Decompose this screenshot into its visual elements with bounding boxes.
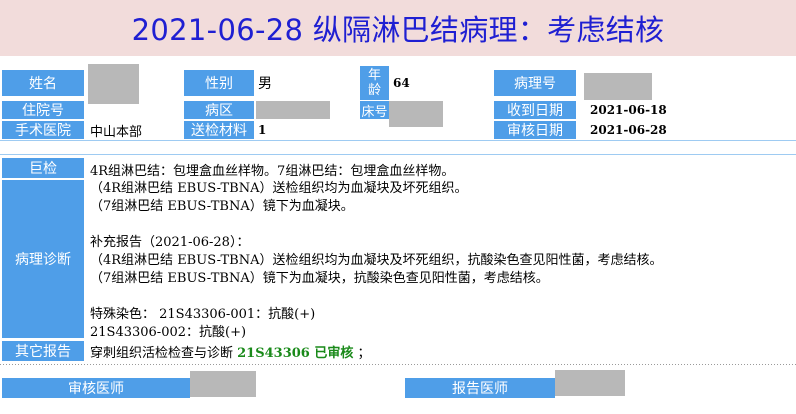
- diagnosis-text: （4R组淋巴结 EBUS-TBNA）送检组织均为血凝块及坏死组织。 （7组淋巴结…: [90, 180, 790, 342]
- label-reporter: 报告医师: [405, 378, 555, 398]
- label-reviewer: 审核医师: [2, 378, 190, 398]
- redacted-pathology-no: [584, 73, 652, 100]
- label-gender: 性别: [184, 70, 254, 96]
- redacted-ward: [256, 101, 330, 119]
- value-hospital: 中山本部: [90, 124, 143, 140]
- label-gross: 巨检: [2, 158, 84, 178]
- value-review-date: 2021-06-28: [590, 123, 667, 137]
- label-pathology-no: 病理号: [494, 70, 576, 96]
- label-inpatient-no: 住院号: [2, 101, 84, 119]
- gross-text: 4R组淋巴结：包埋盒血丝样物。7组淋巴结：包埋盒血丝样物。: [90, 164, 455, 179]
- label-age-text: 年 龄: [367, 68, 381, 98]
- diagnosis-line: （4R组淋巴结 EBUS-TBNA）送检组织均为血凝块及坏死组织，抗酸染色查见阳…: [90, 253, 663, 268]
- diagnosis-line: 补充报告（2021-06-28）：: [90, 235, 250, 250]
- label-review-date: 审核日期: [494, 121, 576, 139]
- other-report-text: 穿刺组织活检检查与诊断 21S43306 已审核 ；: [90, 342, 371, 361]
- value-gender: 男: [258, 76, 272, 92]
- diagnosis-line: （7组淋巴结 EBUS-TBNA）镜下为血凝块，抗酸染色查见阳性菌，考虑结核。: [90, 271, 549, 286]
- redacted-name: [88, 64, 139, 104]
- value-specimen: 1: [258, 123, 267, 137]
- redacted-reviewer: [190, 371, 256, 397]
- diagnosis-line: [90, 288, 790, 306]
- diagnosis-line: （4R组淋巴结 EBUS-TBNA）送检组织均为血凝块及坏死组织。: [90, 181, 468, 196]
- label-bed: 床号: [360, 101, 389, 120]
- redacted-bed: [389, 101, 443, 127]
- label-diagnosis: 病理诊断: [2, 180, 84, 338]
- other-report-suffix: ；: [353, 346, 371, 361]
- divider: [0, 154, 796, 155]
- divider: [0, 140, 796, 141]
- diagnosis-line: （7组淋巴结 EBUS-TBNA）镜下为血凝块。: [90, 199, 354, 214]
- diagnosis-line: 21S43306-002：抗酸(+): [90, 325, 247, 340]
- label-specimen: 送检材料: [184, 121, 254, 139]
- other-report-prefix: 穿刺组织活检检查与诊断: [90, 346, 238, 361]
- label-other-report: 其它报告: [2, 341, 84, 361]
- label-hospital: 手术医院: [2, 121, 84, 139]
- diagnosis-line: [90, 216, 790, 234]
- label-name: 姓名: [2, 70, 84, 96]
- value-received-date: 2021-06-18: [590, 103, 667, 117]
- diagnosis-line: 特殊染色： 21S43306-001：抗酸(+): [90, 307, 316, 322]
- dotted-divider: [0, 364, 796, 365]
- label-ward: 病区: [184, 101, 254, 119]
- label-age: 年 龄: [360, 66, 389, 100]
- other-report-status: 21S43306 已审核: [237, 346, 354, 361]
- label-received-date: 收到日期: [494, 101, 576, 119]
- page-title: 2021-06-28 纵隔淋巴结病理：考虑结核: [0, 0, 796, 56]
- redacted-reporter: [555, 370, 625, 396]
- value-age: 64: [393, 76, 410, 90]
